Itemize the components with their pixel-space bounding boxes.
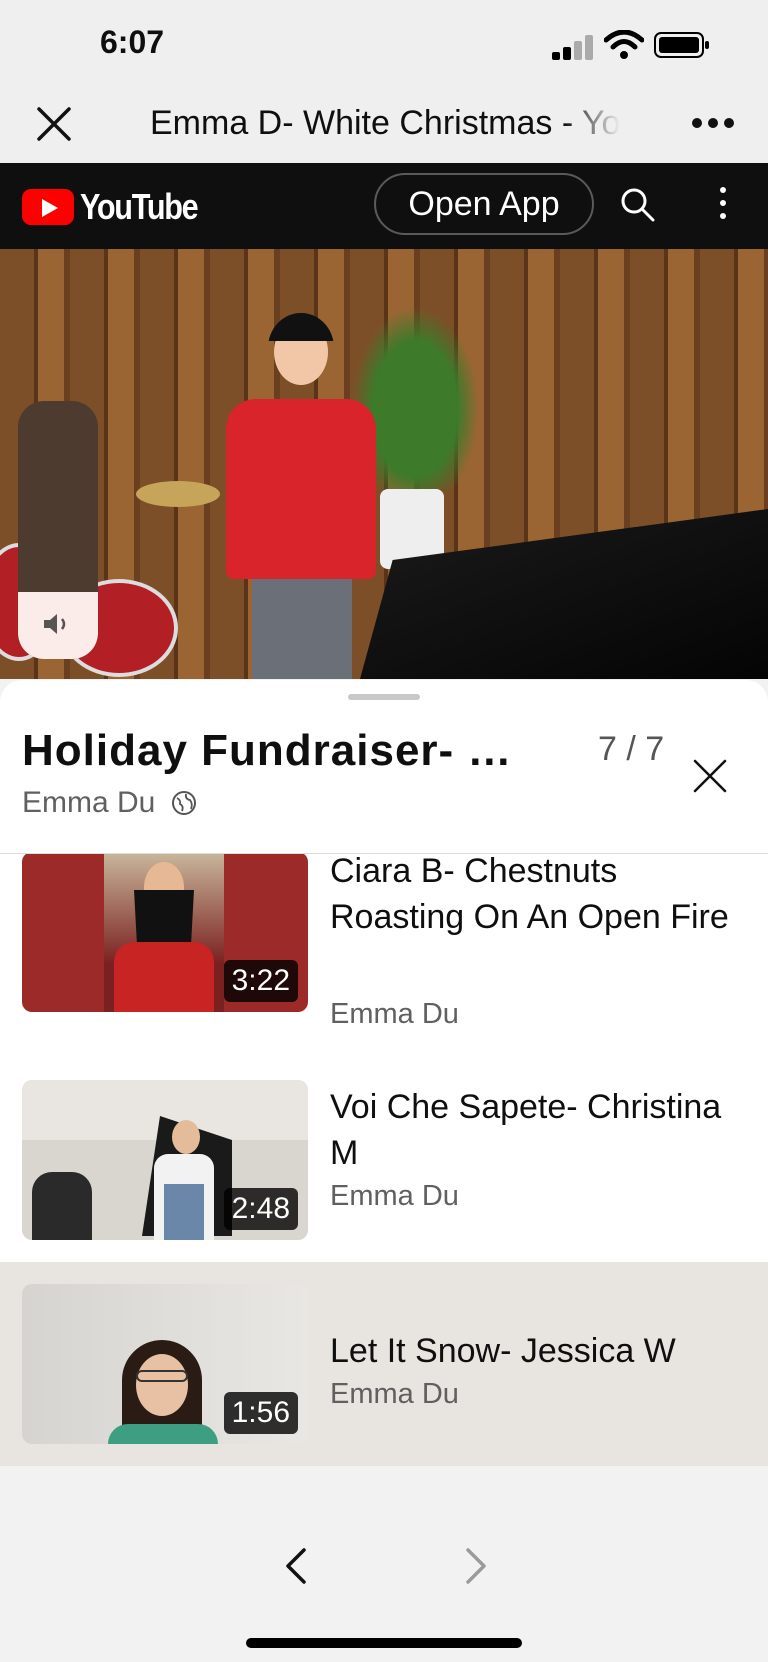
playlist-item[interactable]: 3:22 Ciara B- Chestnuts Roasting On An O… <box>0 854 768 1074</box>
previous-chevron-icon[interactable] <box>282 1546 310 1586</box>
video-duration: 3:22 <box>223 960 298 1002</box>
more-options-icon[interactable] <box>692 118 736 130</box>
volume-slider[interactable] <box>18 401 98 659</box>
youtube-play-icon <box>22 189 74 225</box>
video-scene-cymbal <box>136 481 220 507</box>
playlist-panel: Holiday Fundraiser- … 7 / 7 Emma Du 3:22… <box>0 680 768 1662</box>
globe-icon <box>172 791 197 815</box>
speaker-icon <box>44 614 66 634</box>
playlist-item-active[interactable]: 1:56 Let It Snow- Jessica W Emma Du <box>0 1262 768 1466</box>
status-bar: 6:07 <box>0 0 768 90</box>
video-scene-performer <box>212 313 388 679</box>
battery-icon <box>654 32 709 58</box>
drag-handle[interactable] <box>348 694 420 700</box>
youtube-logo-text: YouTube <box>80 186 199 227</box>
next-chevron-icon[interactable] <box>462 1546 490 1586</box>
close-playlist-icon[interactable] <box>692 758 728 794</box>
playlist-title: Holiday Fundraiser- … <box>22 726 513 775</box>
video-thumbnail[interactable]: 1:56 <box>22 1284 308 1444</box>
playlist-position: 7 / 7 <box>598 730 665 768</box>
close-icon[interactable] <box>36 106 72 142</box>
video-title[interactable]: Voi Che Sapete- Christina M <box>330 1084 740 1176</box>
status-time: 6:07 <box>100 24 165 60</box>
wifi-icon <box>604 30 644 59</box>
video-title[interactable]: Let It Snow- Jessica W <box>330 1328 740 1374</box>
playlist-item[interactable]: 2:48 Voi Che Sapete- Christina M Emma Du <box>0 1074 768 1278</box>
search-icon[interactable] <box>620 187 656 223</box>
playlist-header: Holiday Fundraiser- … 7 / 7 Emma Du <box>0 680 768 854</box>
video-player[interactable] <box>0 249 768 679</box>
video-channel: Emma Du <box>330 1180 459 1212</box>
video-title[interactable]: Ciara B- Chestnuts Roasting On An Open F… <box>330 854 740 940</box>
browser-header: Emma D- White Christmas - YouTube <box>0 90 768 163</box>
video-thumbnail[interactable]: 2:48 <box>22 1080 308 1240</box>
video-channel: Emma Du <box>330 1378 459 1410</box>
video-duration: 2:48 <box>223 1188 298 1230</box>
playlist-owner-row: Emma Du <box>22 786 197 820</box>
video-channel: Emma Du <box>330 998 459 1030</box>
video-duration: 1:56 <box>223 1392 298 1434</box>
playlist-owner: Emma Du <box>22 786 156 819</box>
browser-page-title: Emma D- White Christmas - YouTube <box>150 104 620 142</box>
video-thumbnail[interactable]: 3:22 <box>22 854 308 1012</box>
cellular-signal-icon <box>552 34 593 60</box>
playlist-items: 3:22 Ciara B- Chestnuts Roasting On An O… <box>0 854 768 1466</box>
playlist-navigation <box>0 1466 768 1662</box>
home-indicator[interactable] <box>246 1638 522 1648</box>
youtube-logo[interactable]: YouTube <box>22 186 218 227</box>
youtube-header: YouTube Open App <box>0 163 768 249</box>
open-app-button[interactable]: Open App <box>374 173 594 235</box>
kebab-menu-icon[interactable] <box>720 187 728 221</box>
